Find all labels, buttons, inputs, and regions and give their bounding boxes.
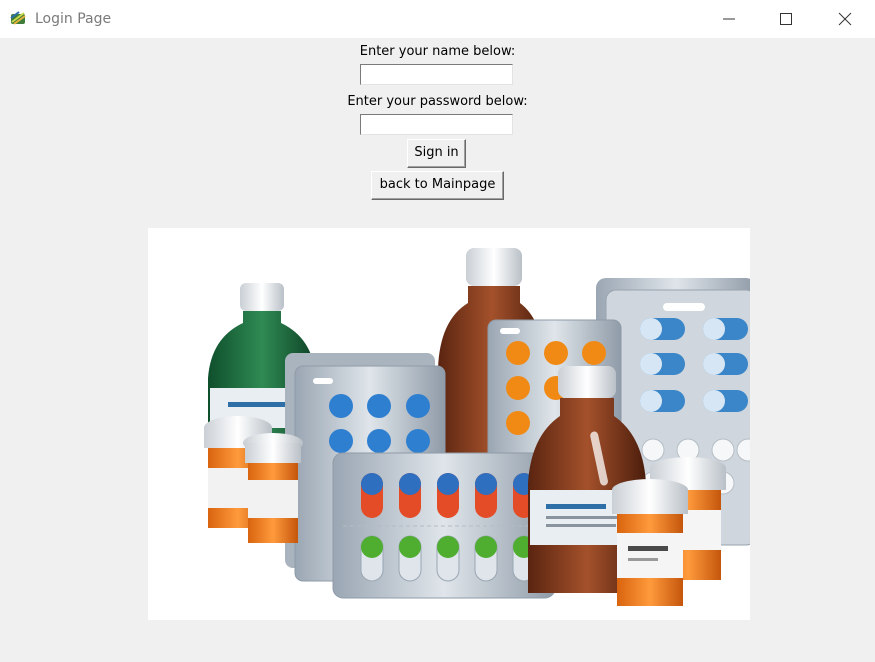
window-title: Login Page — [35, 11, 112, 27]
close-button[interactable] — [816, 0, 874, 38]
minimize-button[interactable] — [700, 0, 758, 38]
login-form: Enter your name below: Enter your passwo… — [0, 38, 875, 662]
name-input[interactable] — [360, 64, 513, 85]
maximize-icon — [780, 13, 792, 25]
back-to-mainpage-button[interactable]: back to Mainpage — [371, 171, 504, 200]
maximize-button[interactable] — [757, 0, 815, 38]
minimize-icon — [723, 18, 735, 20]
title-bar[interactable]: Login Page — [0, 0, 875, 38]
password-input[interactable] — [360, 114, 513, 135]
password-label: Enter your password below: — [347, 94, 528, 109]
sign-in-button[interactable]: Sign in — [407, 139, 466, 168]
medicine-image — [148, 228, 750, 620]
name-label: Enter your name below: — [359, 44, 516, 59]
close-icon — [838, 12, 852, 26]
feather-icon — [10, 10, 27, 27]
